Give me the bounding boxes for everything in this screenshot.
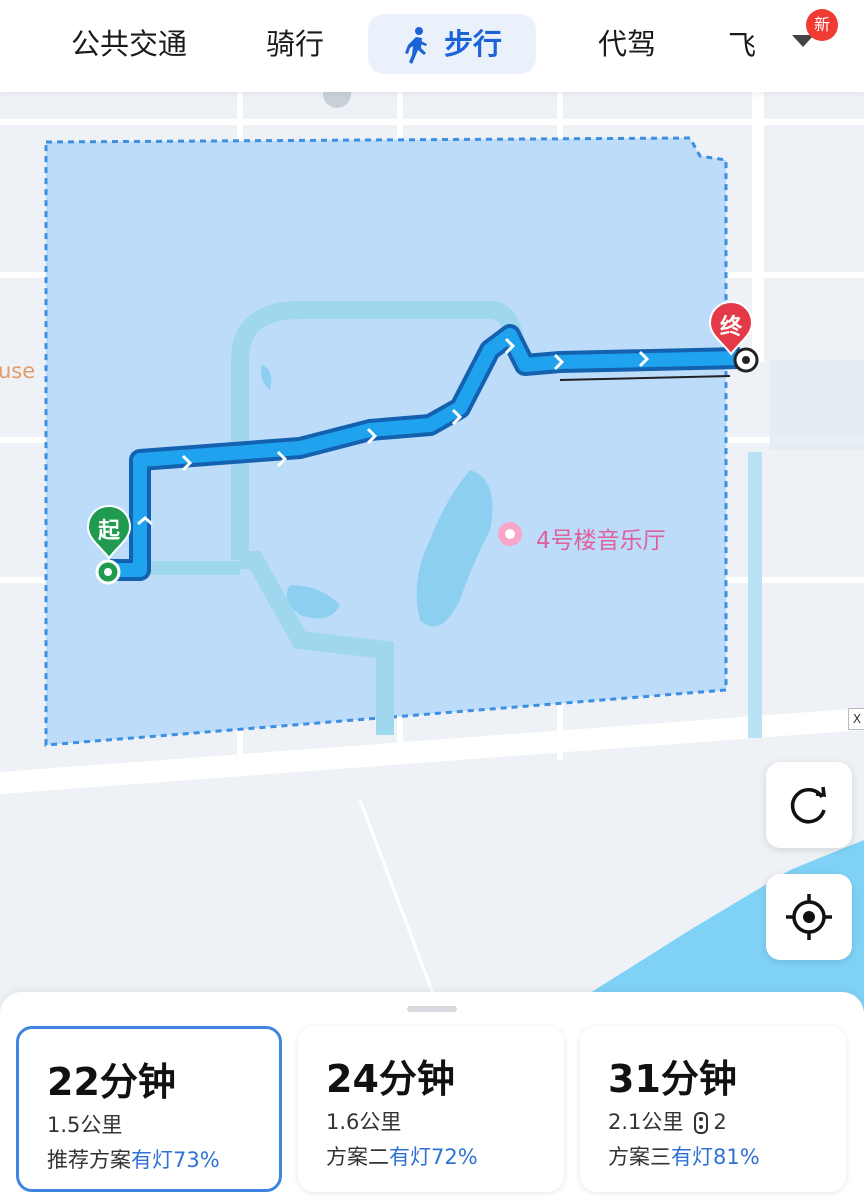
map-fade [770,360,864,450]
end-label: 终 [719,315,742,340]
route-plan-line: 推荐方案有灯73% [47,1144,220,1174]
route-plan-name: 方案二 [326,1145,389,1169]
tab-flight-partial[interactable]: 飞 [728,24,756,64]
start-point-center [104,568,112,576]
route-plan-name: 方案三 [608,1145,671,1169]
route-distance: 1.6公里 [326,1110,402,1134]
tab-label: 骑行 [265,27,324,61]
route-distance: 1.5公里 [47,1113,123,1137]
tab-walking[interactable]: 步行 [368,14,536,74]
traffic-light-icon [694,1112,709,1134]
locate-button[interactable] [766,874,852,960]
route-distance-line: 2.1公里 2 [608,1106,727,1136]
road-right-lower [748,452,762,738]
traffic-light-count: 2 [713,1110,727,1134]
route-card-2[interactable]: 24分钟 1.6公里 方案二有灯72% [298,1026,564,1192]
route-card-3[interactable]: 31分钟 2.1公里 2 方案三有灯81% [580,1026,846,1192]
start-marker[interactable]: 起 [86,504,136,564]
tab-chauffeur[interactable]: 代驾 [585,14,669,74]
route-plan-name: 推荐方案 [47,1148,131,1172]
route-lights-ratio: 有灯81% [671,1145,760,1169]
route-duration: 24分钟 [326,1057,455,1101]
refresh-icon [790,786,827,824]
mode-tab-bar: 公共交通 骑行 步行 代驾 飞 新 [0,0,864,92]
edge-map-label: use [0,359,36,383]
route-options-sheet: 22分钟 1.5公里 推荐方案有灯73% 24分钟 1.6公里 方案二有灯72%… [0,992,864,1199]
tab-label: 步行 [443,27,502,61]
sheet-drag-handle[interactable] [407,1006,457,1012]
close-mark[interactable]: X [848,708,864,730]
route-card-1[interactable]: 22分钟 1.5公里 推荐方案有灯73% [16,1026,282,1192]
tab-label: 代驾 [597,27,656,61]
start-label: 起 [97,519,120,544]
tab-public-transit[interactable]: 公共交通 [58,14,200,74]
poi-label[interactable]: 4号楼音乐厅 [536,521,666,555]
route-plan-line: 方案二有灯72% [326,1141,478,1171]
route-distance: 2.1公里 [608,1110,684,1134]
locate-icon [786,894,832,940]
route-plan-line: 方案三有灯81% [608,1141,760,1171]
refresh-button[interactable] [766,762,852,848]
route-lights-ratio: 有灯72% [389,1145,478,1169]
tab-cycling[interactable]: 骑行 [250,14,340,74]
walking-icon [404,27,427,64]
route-duration: 31分钟 [608,1057,737,1101]
tab-label: 公共交通 [70,27,187,61]
route-lights-ratio: 有灯73% [131,1148,220,1172]
new-badge: 新 [806,9,838,41]
route-duration: 22分钟 [47,1060,176,1104]
end-marker[interactable]: 终 [708,300,758,360]
poi-dot [505,529,515,539]
tab-label: 飞 [728,29,757,62]
